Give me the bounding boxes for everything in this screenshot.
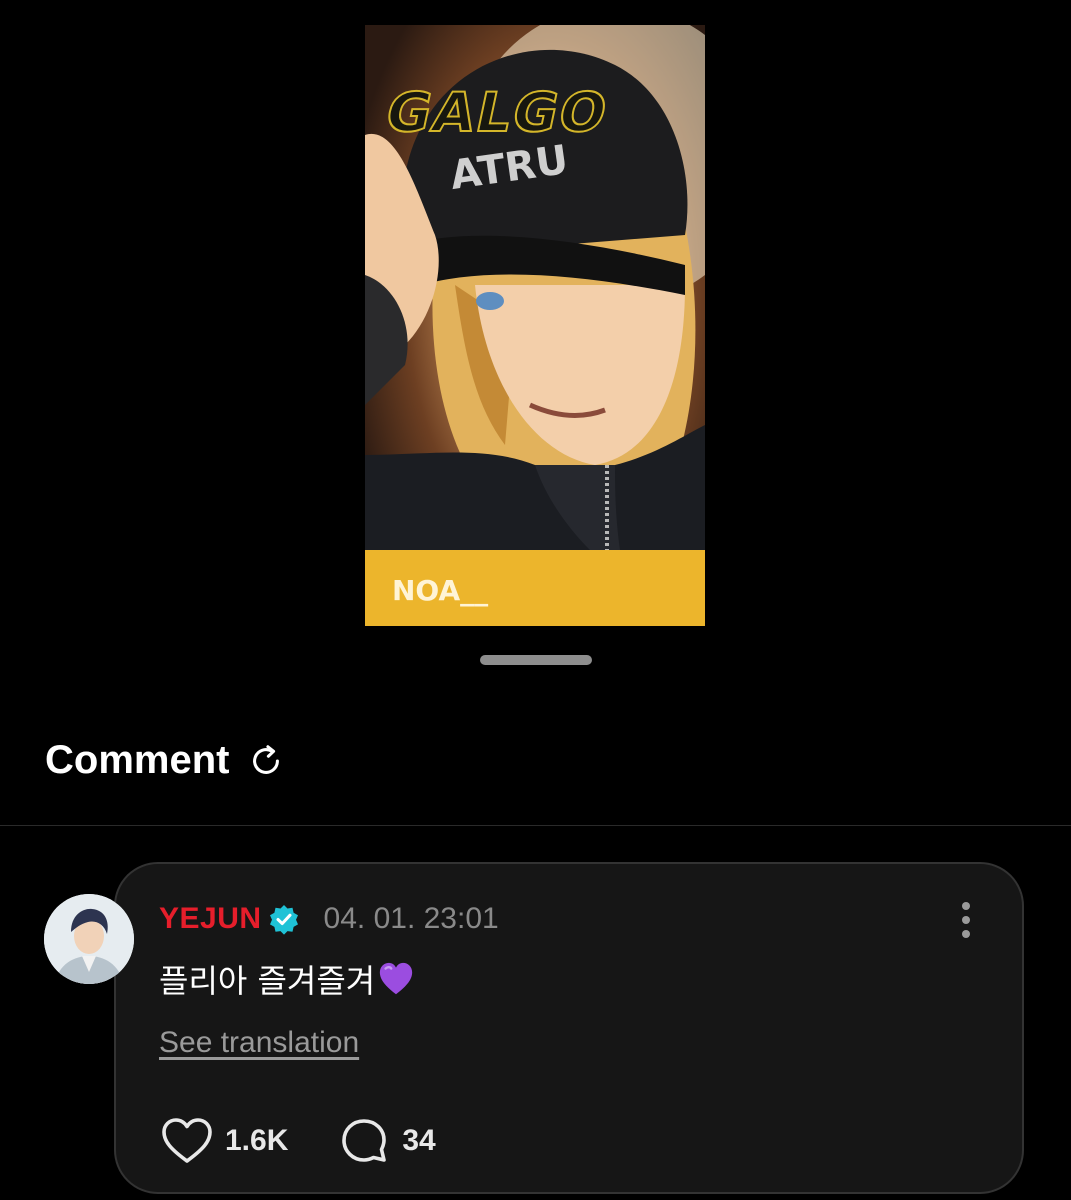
like-button[interactable]: 1.6K <box>161 1117 288 1165</box>
purple-heart-icon <box>380 962 413 995</box>
avatar-illustration <box>44 894 134 984</box>
media-title-art: GALGO <box>379 80 615 145</box>
like-count: 1.6K <box>225 1124 289 1157</box>
more-dot <box>962 902 970 910</box>
media-banner: NOA__ <box>365 550 705 626</box>
more-dot <box>962 916 970 924</box>
refresh-icon[interactable] <box>247 742 285 780</box>
reply-count: 34 <box>402 1124 436 1157</box>
reply-button[interactable]: 34 <box>338 1117 436 1165</box>
comment-meta: YEJUN 04. 01. 23:01 <box>159 902 499 936</box>
comments-header: Comment <box>45 738 285 783</box>
comment-username[interactable]: YEJUN <box>159 902 262 936</box>
comments-title: Comment <box>45 738 230 782</box>
verified-badge-icon <box>269 905 298 935</box>
more-dot <box>962 930 970 938</box>
comment-actions: 1.6K 34 <box>161 1117 436 1165</box>
see-translation-link[interactable]: See translation <box>159 1026 359 1060</box>
media-banner-text: NOA__ <box>392 574 489 607</box>
comment-timestamp: 04. 01. 23:01 <box>323 902 499 935</box>
section-divider <box>0 825 1071 826</box>
video-thumbnail[interactable]: GALGO ATRU NOA__ <box>365 25 705 626</box>
comment-text: 플리아 즐겨즐겨 <box>159 962 376 1000</box>
comment-bubble-icon <box>342 1119 387 1162</box>
more-vertical-icon[interactable] <box>950 902 982 938</box>
comment-card: YEJUN 04. 01. 23:01 플리아 즐겨즐겨 See transla… <box>114 862 1024 1194</box>
screen: GALGO ATRU NOA__ Comment YEJUN 04. 01. 2… <box>0 0 1071 1200</box>
comment-body: 플리아 즐겨즐겨 <box>159 956 415 1002</box>
avatar[interactable] <box>44 894 134 984</box>
heart-icon <box>162 1118 212 1163</box>
sheet-drag-handle[interactable] <box>480 655 592 665</box>
